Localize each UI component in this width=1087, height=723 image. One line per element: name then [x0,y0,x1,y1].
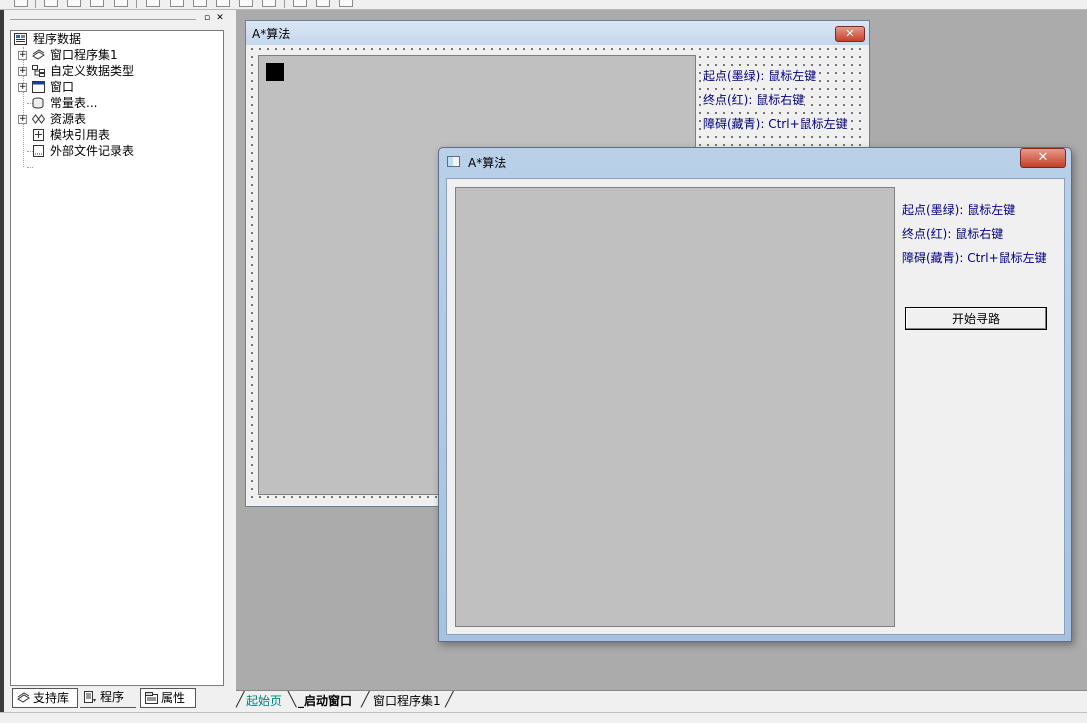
document-tabs: ╱ 起始页 ╲ _启动窗口 ╱ 窗口程序集1 ╱ [236,690,1087,711]
project-tree: 程序数据 + 窗口程序集1 + 自定义数据类型 + 窗口 常量表... + 资源… [10,30,224,686]
tab-divider: ╱ [361,692,370,708]
toolbar [0,0,1087,10]
toolbar-button[interactable] [316,0,330,7]
obstacle-label[interactable]: 障碍(藏青): Ctrl+鼠标左键 [703,115,848,132]
tree-item-label: 模块引用表 [50,128,111,142]
tree-item-label: 窗口 [50,80,75,94]
external-file-icon [33,145,44,157]
tab-startup-window[interactable]: _启动窗口 [298,692,352,710]
expand-icon[interactable]: + [18,67,27,76]
tab-start-page[interactable]: 起始页 [246,692,282,710]
window-icon [32,81,45,93]
tab-divider: ╲ [288,692,297,708]
tree-item-label: 常量表... [50,96,98,110]
run-window[interactable]: A*算法 ✕ 起点(墨绿): 鼠标左键 终点(红): 鼠标右键 障碍(藏青): … [438,147,1072,642]
tree-item-label: 自定义数据类型 [50,64,135,78]
tab-label: 程序 [100,690,125,704]
toolbar-button[interactable] [146,0,160,7]
pathfinding-canvas[interactable] [455,187,895,627]
start-point-label: 起点(墨绿): 鼠标左键 [902,203,1016,217]
end-point-label: 终点(红): 鼠标右键 [902,227,1004,241]
panel-grip[interactable] [10,19,196,20]
window-app-icon [447,156,460,167]
tab-label: 属性 [161,691,186,705]
expand-icon[interactable]: + [18,115,27,124]
start-pathfinding-button[interactable]: 开始寻路 [905,307,1047,330]
property-icon [145,692,158,704]
project-panel: ▫ ✕ 程序数据 + 窗口程序集1 + 自定义数据类型 + 窗口 常量表... … [0,10,233,712]
tree-line [27,167,33,168]
tab-support-lib[interactable]: 支持库 [12,688,78,708]
close-icon[interactable]: ✕ [835,26,865,42]
tab-property[interactable]: 属性 [140,688,196,708]
toolbar-button[interactable] [193,0,207,7]
toolbar-button[interactable] [67,0,81,7]
expand-icon[interactable]: + [18,83,27,92]
toolbar-button[interactable] [44,0,58,7]
tree-item-label: 资源表 [50,112,87,126]
toolbar-separator [35,0,36,8]
toolbar-button[interactable] [339,0,353,7]
tab-divider: ╱ [445,692,454,708]
support-lib-icon [17,692,30,703]
left-edge [0,10,4,712]
design-form-titlebar[interactable]: A*算法 ✕ [246,21,869,45]
tree-line [23,47,24,167]
program-data-icon [14,33,27,45]
tree-item-label: 窗口程序集1 [50,48,118,62]
toolbar-separator [136,0,137,8]
close-icon[interactable]: ✕ [1020,148,1066,168]
resource-table-icon [32,114,45,124]
toolbar-button[interactable] [90,0,104,7]
run-window-title: A*算法 [468,156,507,170]
tree-item-label: 外部文件记录表 [50,144,135,158]
end-point-label[interactable]: 终点(红): 鼠标右键 [703,91,805,108]
design-form-title: A*算法 [252,27,291,41]
toolbar-button[interactable] [262,0,276,7]
tab-program[interactable]: 程序 [80,688,136,708]
program-icon [84,691,96,703]
toolbar-button[interactable] [239,0,253,7]
run-window-client: 起点(墨绿): 鼠标左键 终点(红): 鼠标右键 障碍(藏青): Ctrl+鼠标… [446,178,1065,635]
obstacle-label: 障碍(藏青): Ctrl+鼠标左键 [902,251,1047,265]
start-point-label[interactable]: 起点(墨绿): 鼠标左键 [703,67,817,84]
tab-divider: ╱ [236,692,245,708]
toolbar-button[interactable] [293,0,307,7]
tab-label: 支持库 [33,691,70,705]
expand-icon[interactable]: + [18,51,27,60]
toolbar-separator [284,0,285,8]
toolbar-button[interactable] [114,0,128,7]
toolbar-button[interactable] [14,0,28,7]
module-ref-icon [33,129,44,141]
panel-header: ▫ ✕ [10,13,228,25]
status-bar [0,712,1087,723]
toolbar-button[interactable] [216,0,230,7]
constant-table-icon [32,97,44,109]
custom-type-icon [32,65,45,77]
restore-icon[interactable]: ▫ [202,13,212,23]
window-program-set-icon [32,49,45,60]
selection-handle[interactable] [266,63,284,81]
toolbar-button[interactable] [170,0,184,7]
tree-item-label: 程序数据 [33,32,82,46]
run-window-titlebar[interactable]: A*算法 ✕ [439,148,1071,176]
tab-window-program-set[interactable]: 窗口程序集1 [373,692,441,710]
close-icon[interactable]: ✕ [215,13,225,23]
